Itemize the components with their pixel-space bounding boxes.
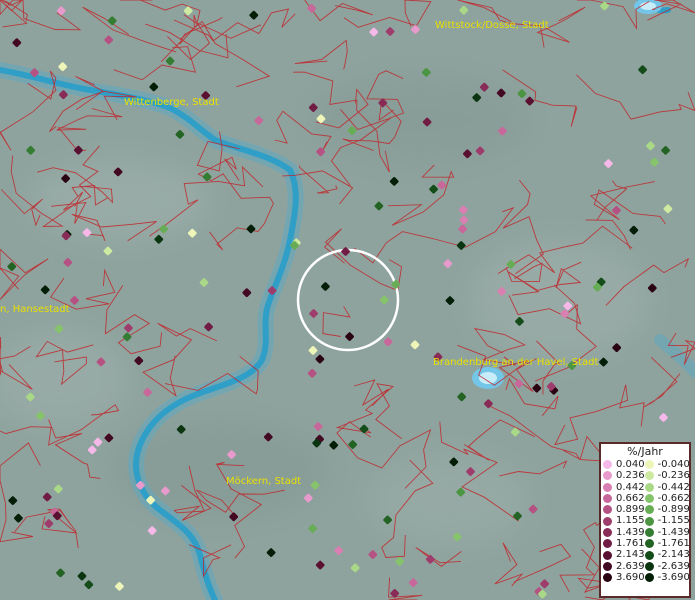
legend-title: %/Jahr [627, 445, 663, 458]
legend-swatch [603, 471, 612, 481]
place-label-wittstock: Wittstock/Dosse, Stadt [435, 20, 549, 31]
legend-swatch [644, 471, 654, 481]
legend-label: 1.155 [616, 515, 645, 527]
legend-panel: %/Jahr 0.040 0.236 0.442 0.662 0.899 1.1… [599, 442, 691, 598]
legend-swatch [603, 494, 612, 504]
legend-entry: -0.442 [644, 481, 690, 493]
legend-entry: -0.236 [644, 470, 690, 482]
legend-swatch [603, 550, 612, 560]
legend-swatch [603, 527, 612, 537]
legend-entry: 3.690 [603, 572, 645, 583]
legend-swatch [603, 516, 612, 526]
legend-label: 0.040 [616, 459, 645, 470]
legend-label: -2.143 [657, 549, 690, 561]
legend-label: 3.690 [616, 571, 645, 583]
legend-entry: 0.442 [603, 482, 645, 493]
legend-label: 0.899 [616, 504, 645, 516]
legend-swatch [644, 505, 654, 515]
legend-entry: 0.040 [603, 459, 645, 470]
legend-entry: -2.639 [644, 560, 690, 572]
legend-swatch [603, 539, 612, 549]
place-label-moeckern: Möckern, Stadt [226, 476, 301, 487]
legend-entry: -2.143 [644, 549, 690, 561]
lake-brandenburg [472, 367, 504, 389]
legend-entry: -1.761 [644, 538, 690, 550]
legend-label: 2.639 [616, 560, 645, 572]
legend-label: -0.236 [657, 470, 690, 482]
legend-label: -3.690 [657, 571, 690, 583]
legend-swatch [644, 561, 654, 571]
legend-swatch [644, 516, 654, 526]
legend-swatch [644, 539, 654, 549]
legend-entry: 1.439 [603, 527, 645, 538]
legend-entry: 2.639 [603, 561, 645, 572]
legend-swatch [644, 573, 654, 583]
legend-negative-column: -0.040 -0.236 -0.442 -0.662 -0.899 -1.15… [644, 459, 690, 583]
legend-entry: -3.690 [644, 571, 690, 583]
place-label-wittenberge: Wittenberge, Stadt [124, 97, 219, 108]
legend-label: -0.442 [657, 481, 690, 493]
place-label-brandenburg: Brandenburg an der Havel, Stadt [433, 357, 598, 368]
legend-label: -1.155 [657, 515, 690, 527]
legend-label: -1.439 [657, 526, 690, 538]
legend-entry: 2.143 [603, 549, 645, 560]
legend-label: 2.143 [616, 549, 645, 561]
legend-entry: 1.761 [603, 538, 645, 549]
legend-entry: 0.236 [603, 470, 645, 481]
legend-swatch [644, 494, 654, 504]
legend-label: 0.442 [616, 481, 645, 493]
legend-label: 0.236 [616, 470, 645, 482]
legend-swatch [603, 573, 612, 583]
legend-swatch [644, 527, 654, 537]
legend-label: 1.439 [616, 526, 645, 538]
map-canvas[interactable]: Wittstock/Dosse, Stadt Wittenberge, Stad… [0, 0, 695, 600]
legend-swatch [603, 460, 612, 470]
legend-label: -1.761 [657, 538, 690, 550]
legend-label: -0.662 [657, 492, 690, 504]
legend-positive-column: 0.040 0.236 0.442 0.662 0.899 1.155 1.43… [603, 459, 645, 583]
legend-entry: -1.155 [644, 515, 690, 527]
legend-label: -0.899 [657, 504, 690, 516]
legend-swatch [603, 561, 612, 571]
legend-entry: 0.899 [603, 504, 645, 515]
legend-label: 1.761 [616, 538, 645, 550]
legend-swatch [603, 505, 612, 515]
legend-label: -0.040 [657, 459, 690, 470]
legend-swatch [644, 550, 654, 560]
legend-entry: -0.040 [644, 459, 690, 470]
legend-entry: 0.662 [603, 493, 645, 504]
legend-entry: 1.155 [603, 515, 645, 526]
place-label-hansestadt: n, Hansestadt [0, 304, 70, 315]
legend-entry: -1.439 [644, 526, 690, 538]
legend-label: -2.639 [657, 560, 690, 572]
legend-swatch [644, 460, 654, 470]
legend-label: 0.662 [616, 492, 645, 504]
legend-entry: -0.662 [644, 492, 690, 504]
legend-entry: -0.899 [644, 504, 690, 516]
legend-swatch [603, 482, 612, 492]
legend-swatch [644, 482, 654, 492]
